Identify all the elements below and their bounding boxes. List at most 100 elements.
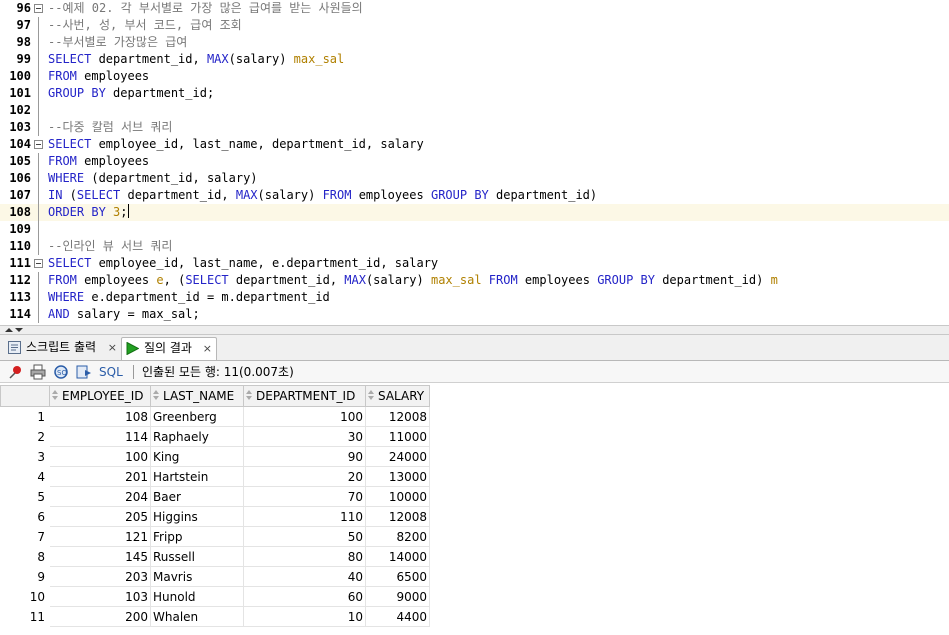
pin-icon[interactable]	[8, 364, 24, 380]
table-cell[interactable]: 30	[243, 426, 366, 447]
table-row[interactable]: 8 145 Russell 80 14000	[0, 546, 430, 567]
table-cell[interactable]: 70	[243, 486, 366, 507]
code-line[interactable]: 112 FROM employees e, (SELECT department_…	[0, 272, 949, 289]
refresh-sql-icon[interactable]: SQ	[53, 364, 69, 380]
table-cell[interactable]: 4400	[365, 606, 430, 627]
table-cell[interactable]: 100	[243, 406, 366, 427]
table-row[interactable]: 2 114 Raphaely 30 11000	[0, 426, 430, 447]
code-line[interactable]: 111 SELECT employee_id, last_name, e.depa…	[0, 255, 949, 272]
export-icon[interactable]	[76, 364, 92, 380]
table-cell[interactable]: 114	[49, 426, 151, 447]
code-token: SELECT	[48, 256, 92, 270]
fold-toggle-icon[interactable]	[34, 259, 43, 268]
sort-icon	[246, 390, 253, 401]
table-cell[interactable]: 24000	[365, 446, 430, 467]
table-cell[interactable]: Raphaely	[150, 426, 244, 447]
table-cell[interactable]: King	[150, 446, 244, 467]
table-row[interactable]: 10 103 Hunold 60 9000	[0, 586, 430, 607]
code-line[interactable]: 107 IN (SELECT department_id, MAX(salary)…	[0, 187, 949, 204]
code-line[interactable]: 110 --인라인 뷰 서브 쿼리	[0, 238, 949, 255]
table-cell[interactable]: 108	[49, 406, 151, 427]
table-cell[interactable]: 145	[49, 546, 151, 567]
column-header-employee-id[interactable]: EMPLOYEE_ID	[49, 385, 151, 407]
close-icon[interactable]: ×	[203, 338, 212, 359]
code-line[interactable]: 102	[0, 102, 949, 119]
sql-editor[interactable]: 96 --예제 02. 각 부서별로 가장 많은 급여를 받는 사원들의 97 --사…	[0, 0, 949, 325]
table-row[interactable]: 3 100 King 90 24000	[0, 446, 430, 467]
code-token: FROM	[48, 273, 77, 287]
table-cell[interactable]: Baer	[150, 486, 244, 507]
collapse-up-icon[interactable]	[5, 328, 13, 332]
code-line[interactable]: 109	[0, 221, 949, 238]
code-line[interactable]: 101 GROUP BY department_id;	[0, 85, 949, 102]
table-cell[interactable]: 9000	[365, 586, 430, 607]
table-cell[interactable]: 6500	[365, 566, 430, 587]
table-cell[interactable]: 200	[49, 606, 151, 627]
table-row[interactable]: 6 205 Higgins 110 12008	[0, 506, 430, 527]
table-cell[interactable]: 110	[243, 506, 366, 527]
table-cell[interactable]: 100	[49, 446, 151, 467]
table-cell[interactable]: 121	[49, 526, 151, 547]
table-cell[interactable]: Hunold	[150, 586, 244, 607]
code-line[interactable]: 103 --다중 칼럼 서브 쿼리	[0, 119, 949, 136]
code-line[interactable]: 114 AND salary = max_sal;	[0, 306, 949, 323]
table-cell[interactable]: 14000	[365, 546, 430, 567]
tab-query-result[interactable]: 질의 결과 ×	[121, 337, 217, 360]
code-line[interactable]: 108 ORDER BY 3;	[0, 204, 949, 221]
table-cell[interactable]: 12008	[365, 406, 430, 427]
code-line[interactable]: 98 --부서별로 가장많은 급여	[0, 34, 949, 51]
column-header-last-name[interactable]: LAST_NAME	[150, 385, 244, 407]
table-cell[interactable]: 80	[243, 546, 366, 567]
table-cell[interactable]: Fripp	[150, 526, 244, 547]
table-cell[interactable]: 11000	[365, 426, 430, 447]
table-cell[interactable]: 205	[49, 506, 151, 527]
code-line[interactable]: 105 FROM employees	[0, 153, 949, 170]
table-row[interactable]: 1 108 Greenberg 100 12008	[0, 406, 430, 427]
collapse-down-icon[interactable]	[15, 328, 23, 332]
table-cell[interactable]: 201	[49, 466, 151, 487]
table-cell[interactable]: 40	[243, 566, 366, 587]
table-cell[interactable]: 8200	[365, 526, 430, 547]
table-row[interactable]: 7 121 Fripp 50 8200	[0, 526, 430, 547]
table-row[interactable]: 9 203 Mavris 40 6500	[0, 566, 430, 587]
code-line[interactable]: 113 WHERE e.department_id = m.department_…	[0, 289, 949, 306]
close-icon[interactable]: ×	[108, 337, 117, 358]
code-line[interactable]: 104 SELECT employee_id, last_name, depart…	[0, 136, 949, 153]
code-line[interactable]: 100 FROM employees	[0, 68, 949, 85]
sql-button[interactable]: SQL	[99, 363, 123, 381]
panel-splitter[interactable]	[0, 325, 949, 335]
table-cell[interactable]: 50	[243, 526, 366, 547]
line-number: 96	[16, 1, 31, 15]
code-line[interactable]: 106 WHERE (department_id, salary)	[0, 170, 949, 187]
row-number: 9	[0, 566, 50, 587]
print-icon[interactable]	[30, 364, 46, 380]
column-header-department-id[interactable]: DEPARTMENT_ID	[243, 385, 366, 407]
fold-toggle-icon[interactable]	[34, 140, 43, 149]
fold-guide	[38, 119, 39, 136]
table-cell[interactable]: 60	[243, 586, 366, 607]
table-cell[interactable]: Russell	[150, 546, 244, 567]
code-line[interactable]: 99 SELECT department_id, MAX(salary) max_…	[0, 51, 949, 68]
table-cell[interactable]: Whalen	[150, 606, 244, 627]
table-cell[interactable]: 10	[243, 606, 366, 627]
column-header-salary[interactable]: SALARY	[365, 385, 430, 407]
table-cell[interactable]: 103	[49, 586, 151, 607]
table-cell[interactable]: 90	[243, 446, 366, 467]
table-cell[interactable]: 20	[243, 466, 366, 487]
code-line[interactable]: 97 --사번, 성, 부서 코드, 급여 조회	[0, 17, 949, 34]
table-row[interactable]: 5 204 Baer 70 10000	[0, 486, 430, 507]
table-cell[interactable]: Greenberg	[150, 406, 244, 427]
table-cell[interactable]: 13000	[365, 466, 430, 487]
table-cell[interactable]: 203	[49, 566, 151, 587]
table-cell[interactable]: 10000	[365, 486, 430, 507]
table-cell[interactable]: 12008	[365, 506, 430, 527]
tab-script-output[interactable]: 스크립트 출력 ×	[4, 337, 119, 360]
code-line[interactable]: 96 --예제 02. 각 부서별로 가장 많은 급여를 받는 사원들의	[0, 0, 949, 17]
table-cell[interactable]: Higgins	[150, 506, 244, 527]
table-row[interactable]: 4 201 Hartstein 20 13000	[0, 466, 430, 487]
table-cell[interactable]: 204	[49, 486, 151, 507]
table-cell[interactable]: Hartstein	[150, 466, 244, 487]
table-cell[interactable]: Mavris	[150, 566, 244, 587]
fold-toggle-icon[interactable]	[34, 4, 43, 13]
table-row[interactable]: 11 200 Whalen 10 4400	[0, 606, 430, 627]
